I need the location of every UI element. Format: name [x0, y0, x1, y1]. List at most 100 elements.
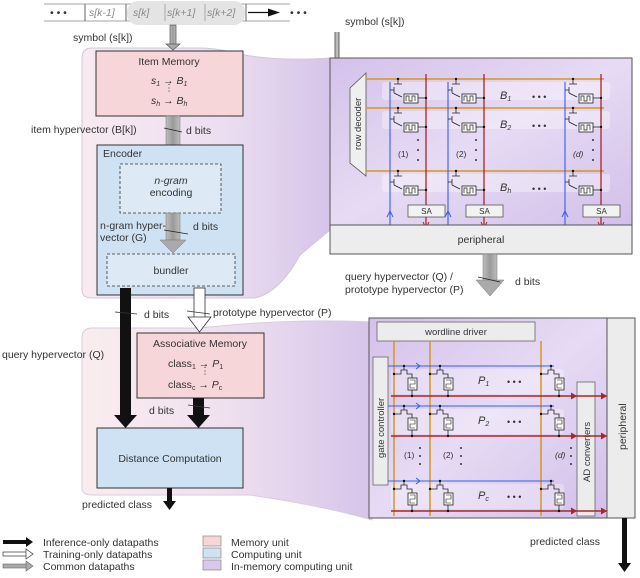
node-dot [424, 96, 428, 100]
vdot [570, 463, 572, 465]
row-ellipsis: • • • [532, 92, 546, 102]
row-ellipsis: • • • [532, 121, 546, 131]
ngram-encoding-label-1: n-gram [154, 175, 188, 187]
symbol-stream: • • • s[k-1] s[k] s[k+1] s[k+2] • • • [44, 1, 307, 25]
row-decoder-label: row decoder [353, 98, 364, 150]
query-hypervector-label: query hypervector (Q) [2, 349, 104, 361]
vdot [592, 139, 594, 141]
node-dot [482, 96, 486, 100]
peripheral-to-imc-arrow [475, 253, 505, 297]
legend-training-arrow-icon [2, 548, 34, 560]
vdot [417, 139, 419, 141]
node-dot [424, 125, 428, 129]
query-d-bits-label: d bits [144, 309, 169, 321]
node-dot [571, 106, 575, 110]
node-dot [438, 364, 442, 368]
node-dot [438, 479, 442, 483]
bundler-label: bundler [153, 265, 189, 277]
legend-imc-swatch [202, 559, 222, 571]
vdot [419, 463, 421, 465]
legend-inference-arrow-icon [3, 537, 33, 547]
peripheral-bottom-label: peripheral [617, 403, 629, 450]
stream-cell-k: s[k] [133, 7, 150, 19]
row-ellipsis: • • • [532, 184, 546, 194]
stream-cell-k+2: s[k+2] [207, 7, 236, 19]
node-dot [410, 509, 414, 513]
row-ellipsis: • • • [507, 417, 521, 427]
column-label: (d) [555, 450, 566, 460]
predicted-class-label-right: predicted class [530, 536, 600, 548]
node-dot [402, 364, 406, 368]
column-label: (d) [573, 149, 584, 159]
ngram-d-bits-label: d bits [193, 221, 218, 233]
encoder-title: Encoder [103, 148, 143, 160]
column-label: (1) [404, 450, 415, 460]
vdot [460, 455, 462, 457]
item-d-bits-label: d bits [186, 125, 211, 137]
ad-converters-label: AD converters [582, 422, 593, 482]
node-dot [392, 372, 396, 376]
node-dot [549, 479, 553, 483]
legend-common-arrow-icon [2, 560, 34, 572]
node-dot [539, 372, 543, 376]
vdot [592, 159, 594, 161]
predicted-class-arrow-right [618, 518, 631, 572]
vdot [570, 455, 572, 457]
node-dot [599, 96, 603, 100]
node-dot [446, 394, 450, 398]
vdot [419, 455, 421, 457]
legend-computing-label: Computing unit [231, 549, 302, 561]
vdot [419, 447, 421, 449]
legend-training-label: Training-only datapaths [43, 549, 152, 561]
node-dot [428, 487, 432, 491]
item-memory-block: Item Memory s1 → B1 ⋮ sh → Bh [95, 50, 244, 117]
column-label: (2) [443, 450, 454, 460]
vdot [475, 139, 477, 141]
node-dot [402, 479, 406, 483]
node-dot [557, 509, 561, 513]
node-dot [539, 487, 543, 491]
item-memory-title: Item Memory [138, 56, 200, 68]
predicted-class-label-left: predicted class [82, 499, 152, 511]
node-dot [402, 404, 406, 408]
peripheral-top-label: peripheral [458, 234, 505, 246]
node-dot [539, 412, 543, 416]
node-dot [549, 404, 553, 408]
node-dot [396, 106, 400, 110]
node-dot [424, 188, 428, 192]
node-dot [396, 169, 400, 173]
legend-common-label: Common datapaths [43, 561, 135, 573]
gate-controller-label: gate controller [376, 398, 387, 458]
ngram-arrow [165, 212, 181, 241]
node-dot [396, 77, 400, 81]
node-dot [482, 188, 486, 192]
distance-computation-title: Distance Computation [118, 453, 221, 465]
distance-computation-block: Distance Computation [96, 427, 244, 489]
legend-computing-swatch [202, 547, 222, 559]
associative-memory-block: Associative Memory class1 → P1 ⋮ classc … [136, 332, 265, 399]
vdot [475, 159, 477, 161]
vdot [592, 149, 594, 151]
node-dot [410, 434, 414, 438]
node-dot [549, 364, 553, 368]
row-ellipsis: • • • [507, 492, 521, 502]
node-dot [454, 106, 458, 110]
vdot [417, 149, 419, 151]
sense-amplifier-label: SA [479, 207, 490, 216]
symbol-to-item-memory-arrow [165, 24, 181, 51]
row-ellipsis: • • • [507, 377, 521, 387]
stream-ellipsis-left: • • • [50, 7, 67, 19]
node-dot [392, 487, 396, 491]
node-dot [428, 372, 432, 376]
node-dot [557, 394, 561, 398]
ngram-hypervector-label-2: vector (G) [100, 232, 147, 244]
stream-arrow-head-icon [268, 8, 280, 17]
legend-memory-label: Memory unit [231, 537, 289, 549]
legend-imc-label: In-memory computing unit [231, 561, 352, 573]
imc-bottom-array: wordline driver gate controller AD conve… [368, 317, 636, 519]
prototype-hypervector-label: prototype hypervector (P) [213, 307, 331, 319]
imc-d-bits-label: d bits [515, 276, 540, 288]
column-label: (2) [456, 149, 467, 159]
node-dot [454, 77, 458, 81]
encoder-block: Encoder n-gram encoding n-gram hyper- ve… [96, 144, 244, 296]
